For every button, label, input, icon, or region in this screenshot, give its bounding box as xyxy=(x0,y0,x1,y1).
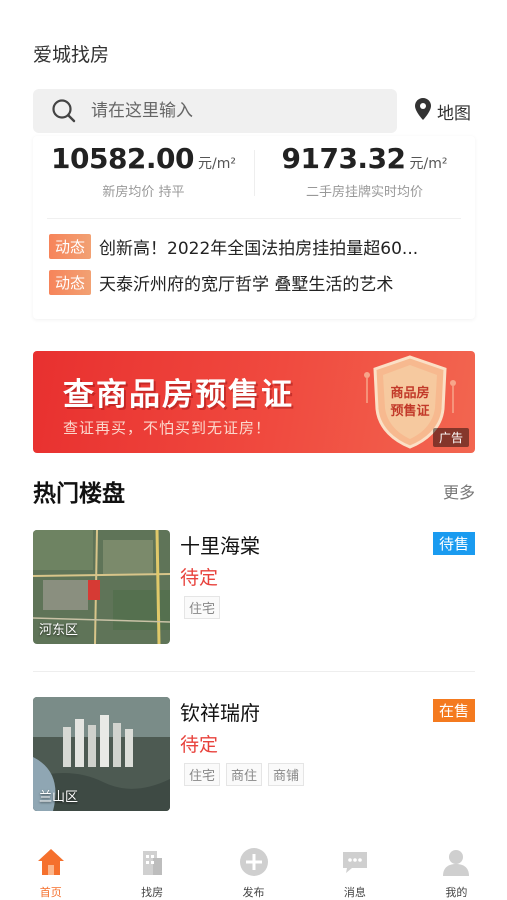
property-type-tag: 住宅 xyxy=(184,596,221,619)
search-bar[interactable] xyxy=(33,89,397,133)
banner-subtitle: 查证再买，不怕买到无证房！ xyxy=(63,419,272,437)
building-icon xyxy=(136,846,168,882)
tab-label: 我的 xyxy=(445,886,468,899)
hot-section-title: 热门楼盘 xyxy=(33,481,125,507)
more-link[interactable]: 更多 xyxy=(443,479,475,503)
search-icon xyxy=(51,98,77,124)
map-label: 地图 xyxy=(437,103,471,124)
search-input[interactable] xyxy=(91,101,371,121)
tab-label: 消息 xyxy=(343,886,366,899)
listing-card[interactable]: 兰山区 钦祥瑞府 待定 住宅 商住 商铺 在售 xyxy=(33,697,475,813)
listing-price: 待定 xyxy=(180,567,219,589)
bottom-tab-bar: 首页 找房 发布 消息 我的 xyxy=(0,840,507,900)
listing-tags: 住宅 xyxy=(184,596,221,619)
tab-profile[interactable]: 我的 xyxy=(406,840,507,900)
listing-card[interactable]: 河东区 十里海棠 待定 住宅 待售 xyxy=(33,530,475,646)
map-button[interactable]: 地图 xyxy=(415,97,471,125)
banner-title: 查商品房预售证 xyxy=(63,377,294,413)
tab-find-house[interactable]: 找房 xyxy=(101,840,202,900)
ad-label: 广告 xyxy=(432,428,469,447)
listing-tags: 住宅 商住 商铺 xyxy=(184,763,305,786)
listing-price: 待定 xyxy=(180,734,219,756)
new-house-price-unit: 元/m² xyxy=(198,156,236,172)
news-badge: 动态 xyxy=(49,234,92,259)
listing-name: 十里海棠 xyxy=(180,534,260,558)
shield-text-line2: 预售证 xyxy=(390,403,429,419)
tab-home[interactable]: 首页 xyxy=(0,840,101,900)
district-label: 兰山区 xyxy=(39,790,79,805)
user-icon xyxy=(440,846,472,882)
property-type-tag: 住宅 xyxy=(184,763,221,786)
listing-name: 钦祥瑞府 xyxy=(180,701,260,725)
status-badge: 在售 xyxy=(432,699,475,722)
card-divider xyxy=(47,218,461,219)
district-label: 河东区 xyxy=(39,623,79,638)
news-item[interactable]: 动态 创新高！2022年全国法拍房挂拍量超60... xyxy=(49,234,449,259)
shield-text-line1: 商品房 xyxy=(390,385,429,401)
price-card: 10582.00 元/m² 新房均价 持平 9173.32 元/m² 二手房挂牌实时… xyxy=(33,136,475,319)
location-pin-icon xyxy=(415,97,431,125)
listing-image: 河东区 xyxy=(33,530,170,644)
app-title[interactable]: 爱城找房 xyxy=(33,40,109,67)
second-hand-price-value: 9173.32 xyxy=(281,142,407,175)
tab-messages[interactable]: 消息 xyxy=(304,840,405,900)
second-hand-price[interactable]: 9173.32 元/m² 二手房挂牌实时均价 xyxy=(254,142,475,200)
tab-label: 发布 xyxy=(242,886,265,899)
message-icon xyxy=(339,846,371,882)
tab-publish[interactable]: 发布 xyxy=(203,840,304,900)
property-type-tag: 商住 xyxy=(226,763,263,786)
news-text: 天泰沂州府的宽厅哲学 叠墅生活的艺术 xyxy=(99,275,394,295)
tab-label: 找房 xyxy=(141,886,164,899)
news-item[interactable]: 动态 天泰沂州府的宽厅哲学 叠墅生活的艺术 xyxy=(49,270,449,295)
plus-circle-icon xyxy=(238,846,270,882)
second-hand-price-unit: 元/m² xyxy=(409,156,448,172)
listing-image: 兰山区 xyxy=(33,697,170,811)
presale-certificate-banner[interactable]: 查商品房预售证 查证再买，不怕买到无证房！ 商品房 预售证 广告 xyxy=(33,351,475,453)
new-house-price-label: 新房均价 持平 xyxy=(102,185,185,200)
news-text: 创新高！2022年全国法拍房挂拍量超60... xyxy=(99,239,419,259)
property-type-tag: 商铺 xyxy=(268,763,305,786)
status-badge: 待售 xyxy=(432,532,475,555)
new-house-price[interactable]: 10582.00 元/m² 新房均价 持平 xyxy=(33,142,254,200)
new-house-price-value: 10582.00 xyxy=(51,142,195,175)
tab-label: 首页 xyxy=(39,886,62,899)
news-badge: 动态 xyxy=(49,270,92,295)
second-hand-price-label: 二手房挂牌实时均价 xyxy=(305,185,423,200)
home-icon xyxy=(35,846,67,882)
listing-divider xyxy=(33,671,475,672)
